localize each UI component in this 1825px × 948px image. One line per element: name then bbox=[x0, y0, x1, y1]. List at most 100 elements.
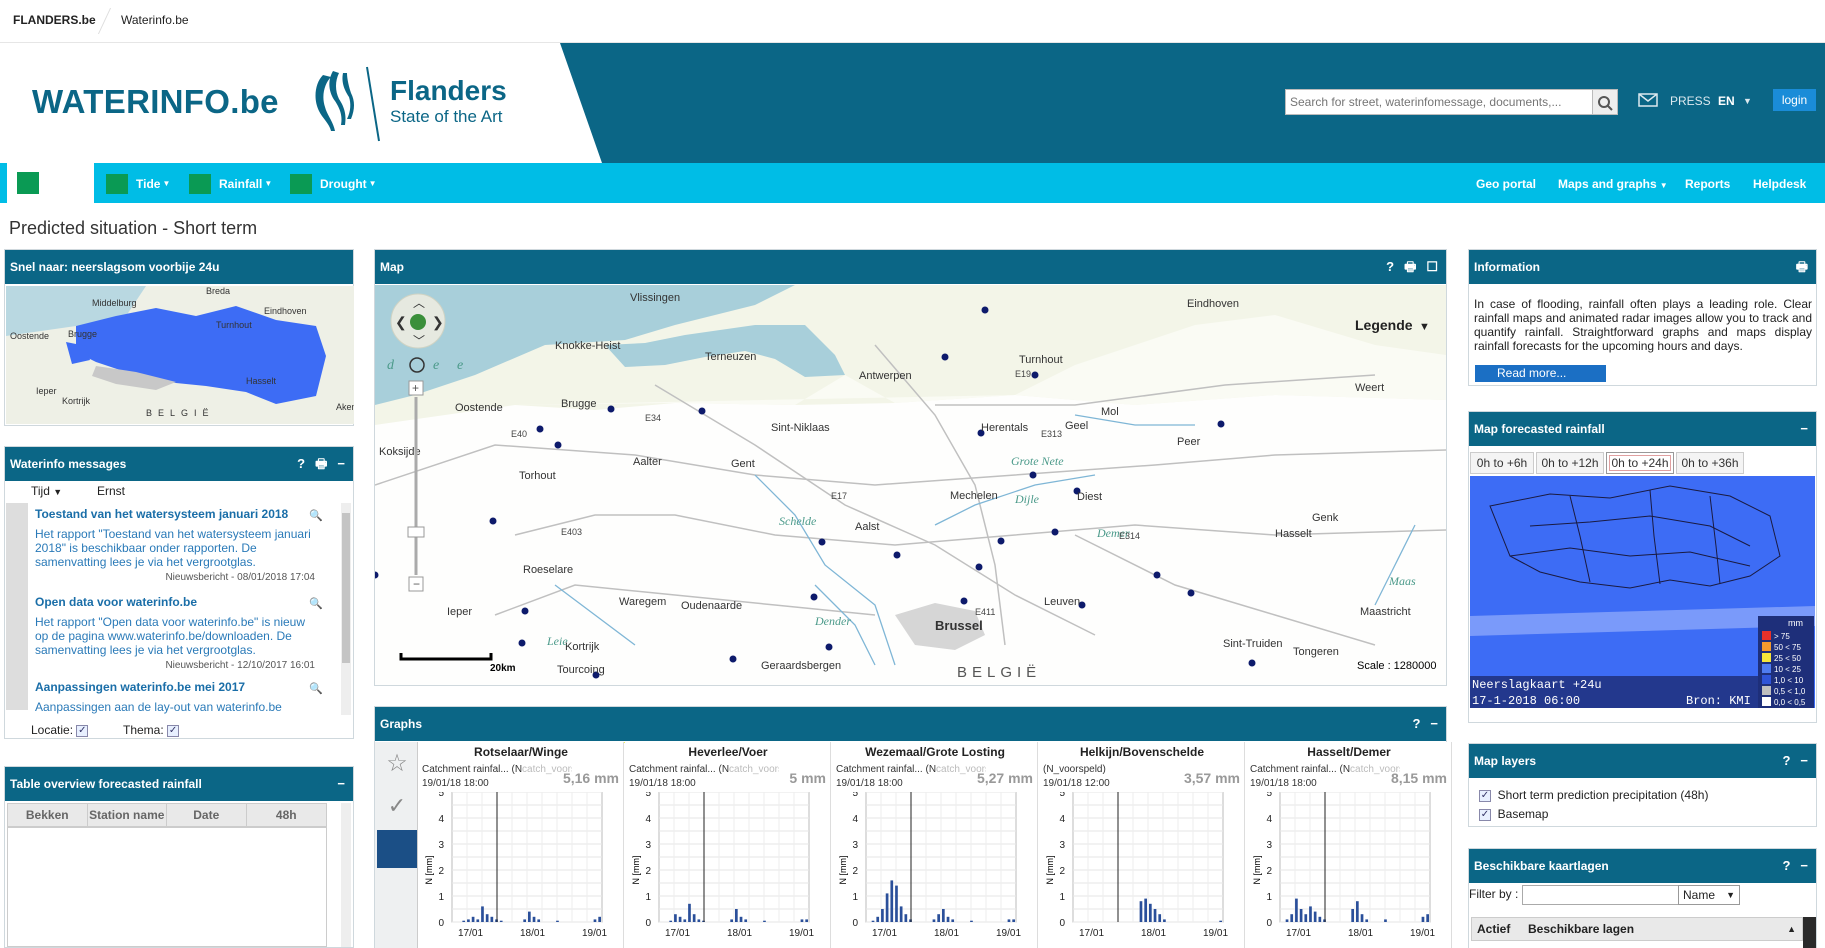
rain-bar bbox=[744, 919, 748, 922]
help-icon[interactable]: ? bbox=[1782, 858, 1790, 873]
graph-card[interactable]: Rotselaar/Winge Catchment rainfal... (Nca… bbox=[418, 742, 624, 948]
collapse-icon[interactable]: − bbox=[1800, 858, 1808, 873]
filter-select[interactable]: Name ▼ bbox=[1678, 885, 1740, 905]
language-select[interactable]: EN bbox=[1718, 94, 1735, 108]
layer-checkbox[interactable]: ✓ bbox=[1479, 808, 1491, 821]
login-button[interactable]: login bbox=[1773, 89, 1816, 111]
rainfall-bar-chart[interactable]: 5 4 3 2 1 0 N [mm] 17/01 18/01 19/01 bbox=[418, 792, 624, 948]
graph-card[interactable]: Wezemaal/Grote Losting Catchment rainfal.… bbox=[832, 742, 1038, 948]
nav-drought[interactable]: Drought ▼ bbox=[290, 174, 377, 194]
tab-12h[interactable]: 0h to +12h bbox=[1536, 452, 1604, 474]
col-48h[interactable]: 48h bbox=[247, 804, 327, 826]
magnifier-icon[interactable]: 🔍 bbox=[309, 509, 323, 522]
nav-reports[interactable]: Reports bbox=[1685, 174, 1730, 194]
y-tick-label: 2 bbox=[1266, 866, 1272, 877]
check-circle-icon[interactable]: ✓ bbox=[381, 790, 413, 822]
print-icon[interactable]: 🖶 bbox=[315, 456, 327, 471]
star-icon[interactable]: ☆ bbox=[381, 748, 413, 780]
graph-card[interactable]: Hasselt/Demer Catchment rainfal... (Ncatc… bbox=[1246, 742, 1452, 948]
rainfall-bar-chart[interactable]: 5 4 3 2 1 0 N [mm] 17/01 18/01 19/01 bbox=[1039, 792, 1245, 948]
snel-map-thumbnail[interactable]: Breda Middelburg Eindhoven Oostende Brug… bbox=[6, 286, 354, 424]
flanders-link[interactable]: FLANDERS.be bbox=[13, 13, 96, 27]
stations-icon[interactable] bbox=[377, 830, 417, 868]
scrollbar[interactable] bbox=[341, 803, 351, 947]
layer-item[interactable]: ✓ Short term prediction precipitation (4… bbox=[1479, 788, 1708, 802]
scrollbar[interactable] bbox=[341, 503, 351, 715]
col-bekken[interactable]: Bekken bbox=[8, 804, 88, 826]
graph-total: 5,27 mm bbox=[976, 770, 1033, 786]
magnifier-icon[interactable]: 🔍 bbox=[309, 682, 323, 695]
flanders-subtitle: State of the Art bbox=[390, 107, 503, 126]
rainfall-bar-chart[interactable]: 5 4 3 2 1 0 N [mm] 17/01 18/01 19/01 bbox=[832, 792, 1038, 948]
graph-total: 5 mm bbox=[789, 770, 826, 786]
x-tick-label: 18/01 bbox=[727, 928, 752, 939]
rainfall-bar-chart[interactable]: 5 4 3 2 1 0 N [mm] 17/01 18/01 19/01 bbox=[1246, 792, 1452, 948]
search-button[interactable] bbox=[1593, 89, 1618, 115]
help-icon[interactable]: ? bbox=[297, 456, 305, 471]
col-actief[interactable]: Actief bbox=[1477, 918, 1510, 940]
help-icon[interactable]: ? bbox=[1782, 753, 1790, 768]
city-label: Oostende bbox=[455, 402, 503, 414]
message-item[interactable]: Aanpassingen waterinfo.be mei 2017 🔍 Aan… bbox=[35, 680, 323, 714]
col-lagen[interactable]: Beschikbare lagen bbox=[1528, 918, 1634, 940]
read-more-button[interactable]: Read more... bbox=[1475, 365, 1606, 382]
filter-thema[interactable]: Thema: ✓ bbox=[123, 723, 180, 737]
filter-label: Filter by : bbox=[1469, 887, 1519, 901]
mail-icon[interactable] bbox=[1638, 93, 1658, 107]
message-item[interactable]: Open data voor waterinfo.be 🔍 Het rappor… bbox=[35, 595, 323, 671]
layer-item[interactable]: ✓ Basemap bbox=[1479, 807, 1548, 821]
graph-title: Heverlee/Voer bbox=[688, 745, 768, 759]
tab-36h[interactable]: 0h to +36h bbox=[1676, 452, 1744, 474]
collapse-icon[interactable]: − bbox=[337, 776, 345, 791]
maximize-icon[interactable]: ☐ bbox=[1426, 259, 1438, 274]
sort-tijd[interactable]: Tijd ▼ bbox=[31, 484, 62, 498]
y-tick-label: 2 bbox=[1059, 866, 1065, 877]
nav-helpdesk[interactable]: Helpdesk bbox=[1753, 174, 1806, 194]
rain-bar bbox=[481, 906, 484, 922]
city-label: Hasselt bbox=[1275, 528, 1312, 540]
print-icon[interactable]: 🖶 bbox=[1404, 259, 1416, 274]
map-pan-control[interactable]: ❮ ❯ ︿ ﹀ bbox=[390, 293, 446, 349]
graph-card[interactable]: Helkijn/Bovenschelde (N_voorspeld) 19/01/1… bbox=[1039, 742, 1245, 948]
nav-geo-portal[interactable]: Geo portal bbox=[1476, 174, 1536, 194]
col-ernst[interactable]: Ernst bbox=[97, 484, 125, 498]
nav-maps-graphs[interactable]: Maps and graphs ▼ bbox=[1558, 174, 1668, 196]
collapse-icon[interactable]: − bbox=[337, 456, 345, 471]
waterinfo-link[interactable]: Waterinfo.be bbox=[121, 13, 189, 27]
layer-checkbox[interactable]: ✓ bbox=[1479, 789, 1491, 802]
tab-24h[interactable]: 0h to +24h bbox=[1606, 452, 1674, 474]
locatie-checkbox[interactable]: ✓ bbox=[76, 724, 89, 737]
scrollbar[interactable] bbox=[1803, 917, 1816, 948]
filter-locatie[interactable]: Locatie: ✓ bbox=[31, 723, 89, 737]
tab-6h[interactable]: 0h to +6h bbox=[1470, 452, 1534, 474]
search-input[interactable] bbox=[1285, 89, 1593, 115]
main-map[interactable]: Vlissingen Knokke-Heist Terneuzen Eindho… bbox=[375, 285, 1446, 685]
sort-up-icon[interactable]: ▲ bbox=[1787, 918, 1796, 940]
city-label: Aalst bbox=[855, 521, 879, 533]
nav-tide[interactable]: Tide ▼ bbox=[106, 174, 170, 194]
y-tick-label: 0 bbox=[645, 918, 651, 929]
collapse-icon[interactable]: − bbox=[1430, 716, 1438, 731]
help-icon[interactable]: ? bbox=[1386, 259, 1394, 274]
col-date[interactable]: Date bbox=[167, 804, 247, 826]
map-header: Map ? 🖶 ☐ bbox=[375, 250, 1446, 284]
print-icon[interactable]: 🖶 bbox=[1796, 259, 1808, 274]
site-brand[interactable]: WATERINFO.be bbox=[32, 83, 279, 121]
col-station[interactable]: Station name bbox=[88, 804, 167, 826]
table-overview-title: Table overview forecasted rainfall bbox=[10, 777, 202, 791]
thema-checkbox[interactable]: ✓ bbox=[167, 724, 180, 737]
home-tab[interactable] bbox=[4, 163, 94, 203]
press-link[interactable]: PRESS bbox=[1670, 94, 1711, 108]
help-icon[interactable]: ? bbox=[1412, 716, 1420, 731]
nav-rainfall[interactable]: Rainfall ▼ bbox=[189, 174, 272, 194]
river-label: Schelde bbox=[779, 514, 817, 528]
magnifier-icon[interactable]: 🔍 bbox=[309, 597, 323, 610]
collapse-icon[interactable]: − bbox=[1800, 421, 1808, 436]
message-item[interactable]: Toestand van het watersysteem januari 20… bbox=[35, 507, 323, 583]
x-tick-label: 19/01 bbox=[1410, 928, 1435, 939]
graph-card[interactable]: Heverlee/Voer Catchment rainfal... (Ncatc… bbox=[625, 742, 831, 948]
forecast-map[interactable]: mm > 75 50 < 75 25 < 50 10 < 25 1,0 < 10 0,5 … bbox=[1470, 476, 1815, 708]
rain-bar bbox=[1219, 920, 1222, 922]
collapse-icon[interactable]: − bbox=[1800, 753, 1808, 768]
rainfall-bar-chart[interactable]: 5 4 3 2 1 0 N [mm] 17/01 18/01 19/01 bbox=[625, 792, 831, 948]
